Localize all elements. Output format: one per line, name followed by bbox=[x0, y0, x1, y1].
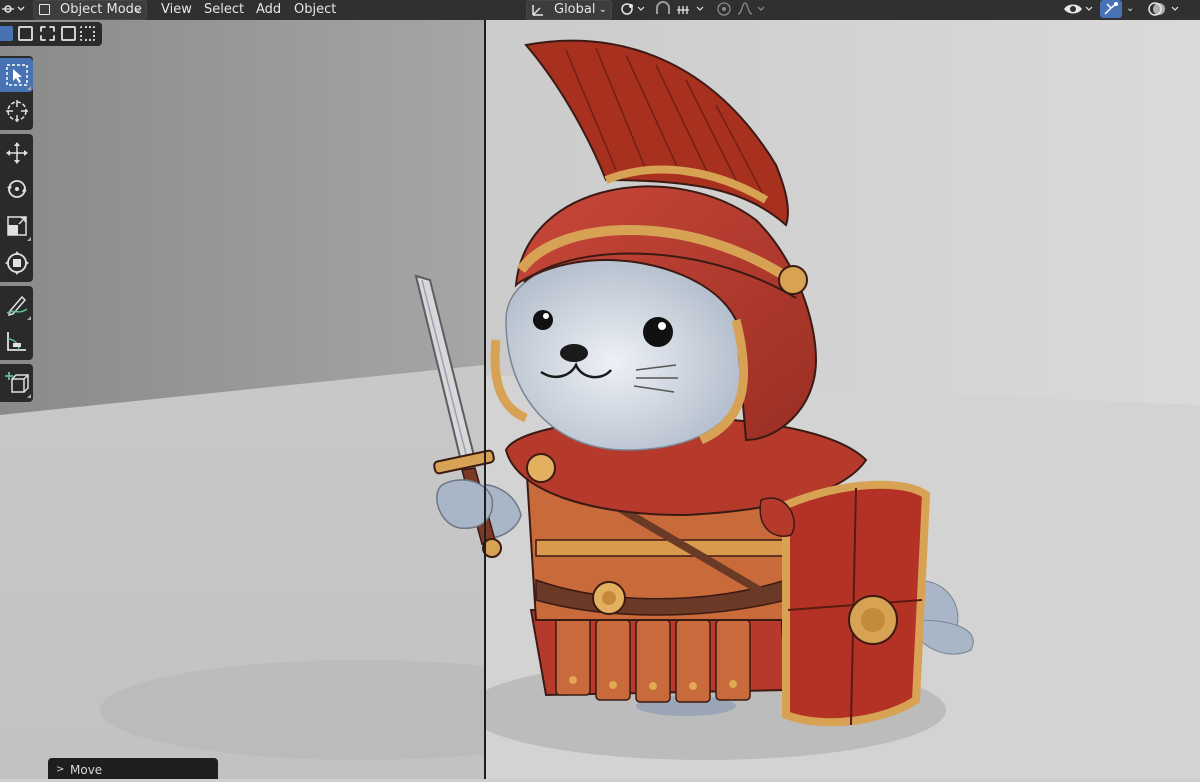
tool-cursor[interactable] bbox=[0, 94, 33, 128]
operator-label: Move bbox=[70, 763, 103, 777]
tool-add-cube[interactable] bbox=[0, 366, 33, 400]
mode-label: Object Mode bbox=[60, 2, 142, 17]
move-icon bbox=[5, 142, 28, 164]
annotate-icon bbox=[6, 295, 27, 317]
toolbar-group-transform bbox=[0, 134, 33, 282]
menu-select[interactable]: Select bbox=[204, 1, 244, 19]
visibility-button[interactable] bbox=[1062, 0, 1096, 18]
orientation-label: Global bbox=[554, 2, 596, 17]
toolbar-group-annotate bbox=[0, 286, 33, 360]
selection-mode-bar bbox=[0, 22, 102, 46]
gizmo-icon bbox=[1104, 2, 1118, 15]
chevron-right-icon: > bbox=[56, 764, 65, 775]
menu-view[interactable]: View bbox=[161, 1, 192, 19]
viewport-editor-icon bbox=[2, 5, 25, 13]
tool-annotate[interactable] bbox=[0, 288, 33, 322]
overlay-button[interactable] bbox=[1146, 0, 1196, 18]
orientation-icon bbox=[532, 5, 543, 16]
object-mode-icon bbox=[39, 4, 50, 15]
snap-button[interactable] bbox=[653, 0, 711, 18]
add-cube-icon bbox=[4, 372, 29, 393]
transform-orientation-dropdown[interactable]: Global ⌄ bbox=[526, 0, 612, 20]
measure-icon bbox=[6, 332, 26, 351]
chevron-down-icon: ⌄ bbox=[598, 4, 607, 15]
scale-icon bbox=[6, 216, 27, 236]
viewport-header: Object Mode ⌄ View Select Add Object Glo… bbox=[0, 0, 1200, 20]
tool-measure[interactable] bbox=[0, 324, 33, 358]
pivot-point-button[interactable] bbox=[617, 0, 647, 18]
tool-transform[interactable] bbox=[0, 246, 33, 280]
tool-scale[interactable] bbox=[0, 209, 33, 243]
tool-variant-corner bbox=[27, 237, 31, 241]
area-split-divider[interactable] bbox=[484, 0, 486, 779]
tool-select-box[interactable] bbox=[0, 58, 33, 92]
select-subtract-icon[interactable] bbox=[40, 26, 55, 41]
menu-object[interactable]: Object bbox=[294, 1, 336, 19]
mode-dropdown[interactable]: Object Mode ⌄ bbox=[33, 0, 147, 20]
roman-seal-model bbox=[486, 20, 1200, 779]
tool-variant-corner bbox=[27, 316, 31, 320]
chevron-down-icon[interactable]: ⌄ bbox=[1126, 0, 1134, 18]
toolbar-group-select bbox=[0, 56, 33, 130]
select-extend-icon[interactable] bbox=[18, 26, 33, 41]
gizmo-toggle[interactable] bbox=[1100, 0, 1122, 18]
toolbar-group-add bbox=[0, 364, 33, 402]
sword bbox=[414, 274, 502, 558]
overlay-icon bbox=[1148, 2, 1179, 16]
select-intersect-icon[interactable] bbox=[80, 26, 95, 41]
proportional-edit-icon bbox=[717, 2, 765, 16]
editor-type-button[interactable] bbox=[0, 0, 28, 18]
rotate-icon bbox=[6, 180, 27, 198]
select-invert-icon[interactable] bbox=[61, 26, 76, 41]
tool-move[interactable] bbox=[0, 136, 33, 170]
select-new-icon[interactable] bbox=[0, 26, 13, 41]
cursor-icon bbox=[5, 100, 28, 122]
proportional-edit-button[interactable] bbox=[714, 0, 770, 18]
transform-icon bbox=[4, 251, 29, 275]
eye-visibility-icon bbox=[1064, 4, 1093, 14]
tool-variant-corner bbox=[27, 394, 31, 398]
tool-variant-corner bbox=[27, 86, 31, 90]
right-viewport[interactable] bbox=[486, 20, 1200, 779]
snap-magnet-icon bbox=[656, 1, 704, 14]
menu-add[interactable]: Add bbox=[256, 1, 281, 19]
select-box-icon bbox=[5, 64, 28, 86]
chevron-down-icon: ⌄ bbox=[133, 4, 142, 15]
last-operator-panel[interactable]: > Move bbox=[48, 758, 218, 779]
tool-rotate[interactable] bbox=[0, 172, 33, 206]
pivot-point-icon bbox=[621, 3, 645, 15]
